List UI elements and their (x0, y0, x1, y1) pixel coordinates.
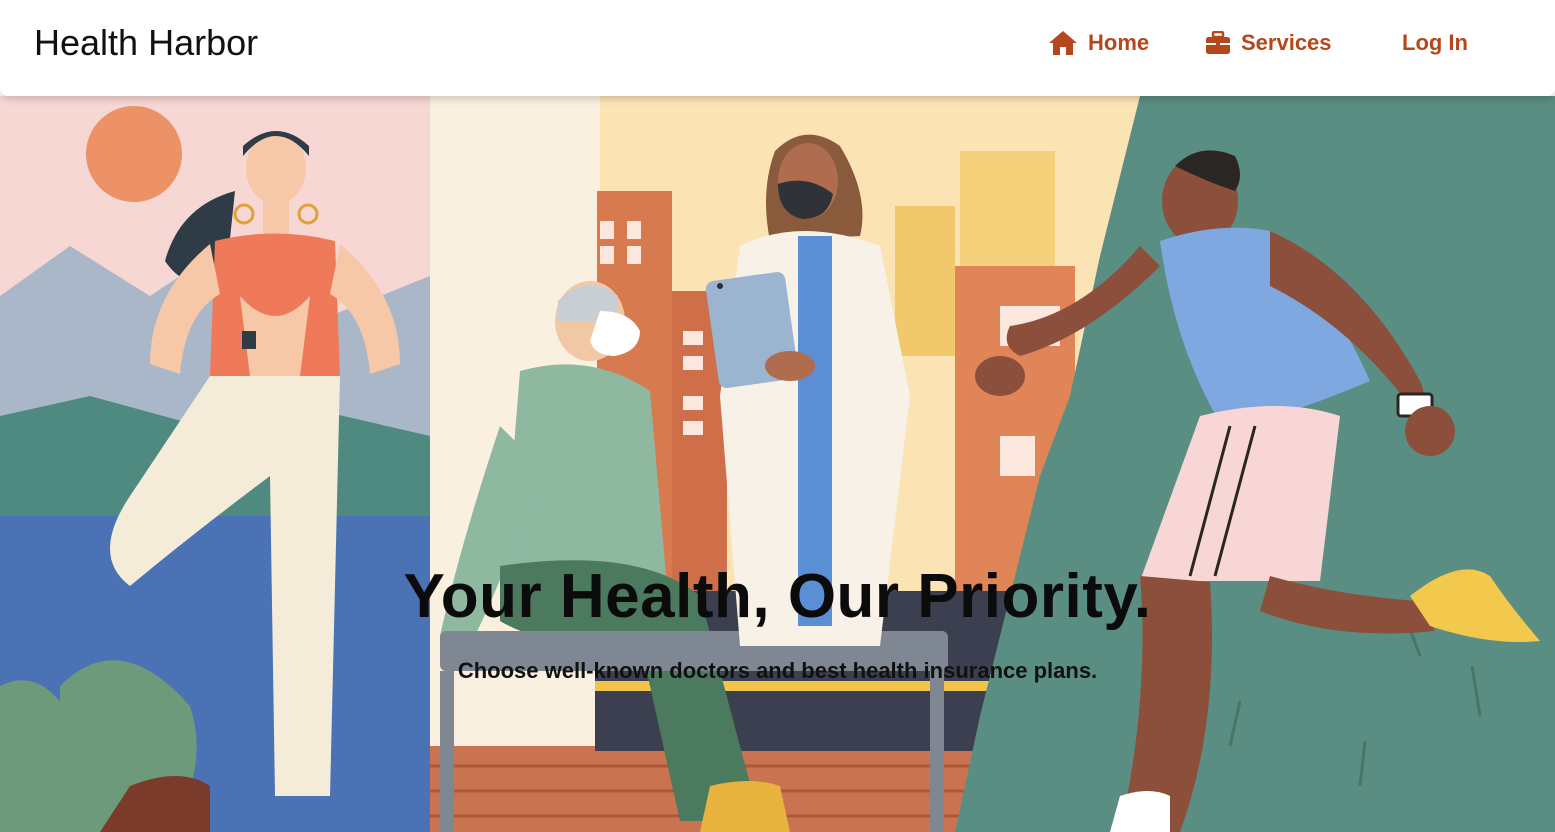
sun-shape (86, 106, 182, 202)
nav-home-label: Home (1088, 30, 1150, 55)
home-icon (1048, 30, 1078, 56)
nav-services-label: Services (1241, 30, 1332, 55)
nav-home-link[interactable]: Home (1048, 30, 1149, 56)
brand-logo-text[interactable]: Health Harbor (34, 22, 258, 64)
briefcase-icon (1205, 31, 1231, 55)
hero-headline: Your Health, Our Priority. (403, 562, 1152, 631)
nav-login-label: Log In (1402, 30, 1468, 55)
wellness-illustration (0, 96, 1555, 832)
nav-login-link[interactable]: Log In (1402, 30, 1468, 56)
hero-section: Your Health, Our Priority. Choose well-k… (0, 96, 1555, 832)
hero-subheadline: Choose well-known doctors and best healt… (457, 658, 1098, 683)
top-navbar: Health Harbor Home Services Log In (0, 0, 1555, 96)
nav-services-link[interactable]: Services (1205, 30, 1332, 56)
